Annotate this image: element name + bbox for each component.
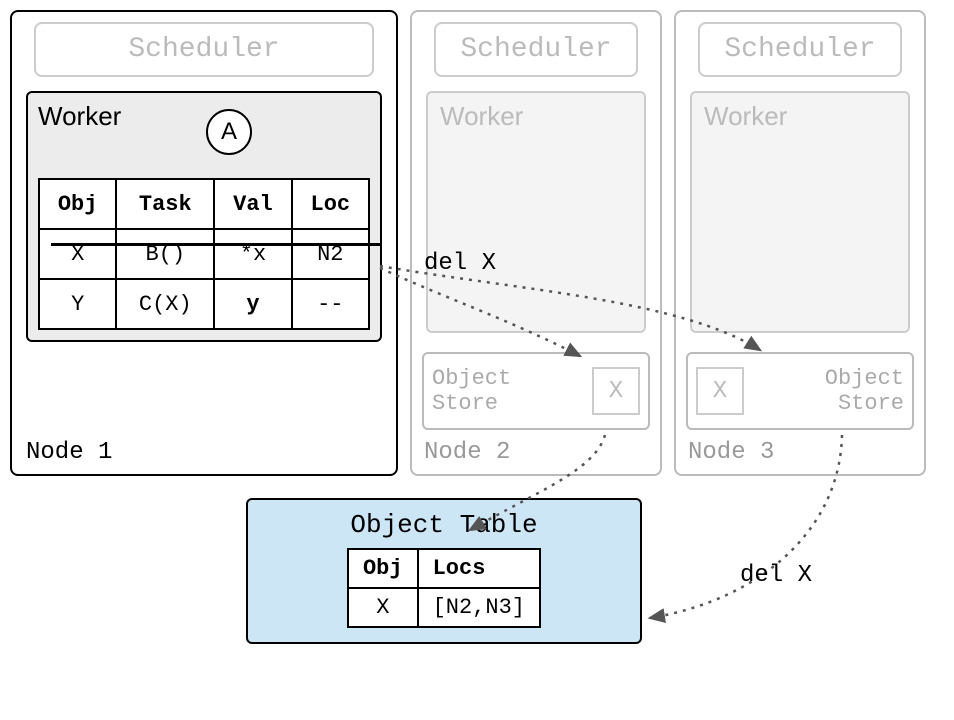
cell-task: C(X) bbox=[116, 279, 214, 329]
object-table-row: X [N2,N3] bbox=[348, 588, 540, 627]
cell-obj: X bbox=[39, 229, 116, 279]
cell-locs: [N2,N3] bbox=[418, 588, 540, 627]
worker-table: Obj Task Val Loc X B() *x N2 Y bbox=[38, 178, 370, 330]
worker-badge-A: A bbox=[206, 109, 252, 155]
node-label-2: Node 2 bbox=[424, 439, 510, 466]
worker-title: Worker bbox=[440, 101, 634, 132]
node-3: Scheduler Worker X Object Store Node 3 bbox=[674, 10, 926, 476]
cell-obj: X bbox=[348, 588, 418, 627]
scheduler-node3: Scheduler bbox=[698, 22, 902, 77]
object-store-label: Object Store bbox=[825, 366, 904, 417]
cell-val: *x bbox=[214, 229, 291, 279]
object-chip-X: X bbox=[592, 367, 640, 415]
worker-box-node2: Worker bbox=[426, 91, 646, 333]
msg-del-x-top: del X bbox=[424, 250, 496, 277]
os-label-line2: Store bbox=[432, 391, 498, 416]
object-chip-X: X bbox=[696, 367, 744, 415]
worker-title: Worker bbox=[704, 101, 898, 132]
col-loc: Loc bbox=[292, 179, 369, 229]
os-label-line1: Object bbox=[825, 366, 904, 391]
worker-title: Worker bbox=[38, 101, 370, 132]
worker-box-node3: Worker bbox=[690, 91, 910, 333]
cell-obj: Y bbox=[39, 279, 116, 329]
object-store-label: Object Store bbox=[432, 366, 511, 417]
col-task: Task bbox=[116, 179, 214, 229]
node-label-3: Node 3 bbox=[688, 439, 774, 466]
scheduler-node2: Scheduler bbox=[434, 22, 638, 77]
object-table-box: Object Table Obj Locs X [N2,N3] bbox=[246, 498, 642, 644]
object-table: Obj Locs X [N2,N3] bbox=[347, 548, 541, 628]
os-label-line2: Store bbox=[838, 391, 904, 416]
nodes-row: Scheduler Worker A Obj Task Val Loc X B(… bbox=[10, 10, 944, 476]
col-locs: Locs bbox=[418, 549, 540, 588]
object-store-node3: X Object Store bbox=[686, 352, 914, 430]
node-label-1: Node 1 bbox=[26, 439, 112, 466]
col-val: Val bbox=[214, 179, 291, 229]
worker-table-row: X B() *x N2 bbox=[39, 229, 369, 279]
col-obj: Obj bbox=[39, 179, 116, 229]
os-label-line1: Object bbox=[432, 366, 511, 391]
node-1: Scheduler Worker A Obj Task Val Loc X B(… bbox=[10, 10, 398, 476]
object-store-node2: Object Store X bbox=[422, 352, 650, 430]
cell-loc: -- bbox=[292, 279, 369, 329]
worker-box-node1: Worker A Obj Task Val Loc X B() *x bbox=[26, 91, 382, 342]
object-table-title: Object Table bbox=[260, 510, 628, 540]
object-table-header-row: Obj Locs bbox=[348, 549, 540, 588]
msg-del-x-bottom: del X bbox=[740, 562, 812, 589]
node-2: Scheduler Worker Object Store X Node 2 bbox=[410, 10, 662, 476]
cell-val: y bbox=[214, 279, 291, 329]
col-obj: Obj bbox=[348, 549, 418, 588]
worker-table-row: Y C(X) y -- bbox=[39, 279, 369, 329]
scheduler-node1: Scheduler bbox=[34, 22, 374, 77]
cell-task: B() bbox=[116, 229, 214, 279]
worker-table-header-row: Obj Task Val Loc bbox=[39, 179, 369, 229]
cell-loc: N2 bbox=[292, 229, 369, 279]
